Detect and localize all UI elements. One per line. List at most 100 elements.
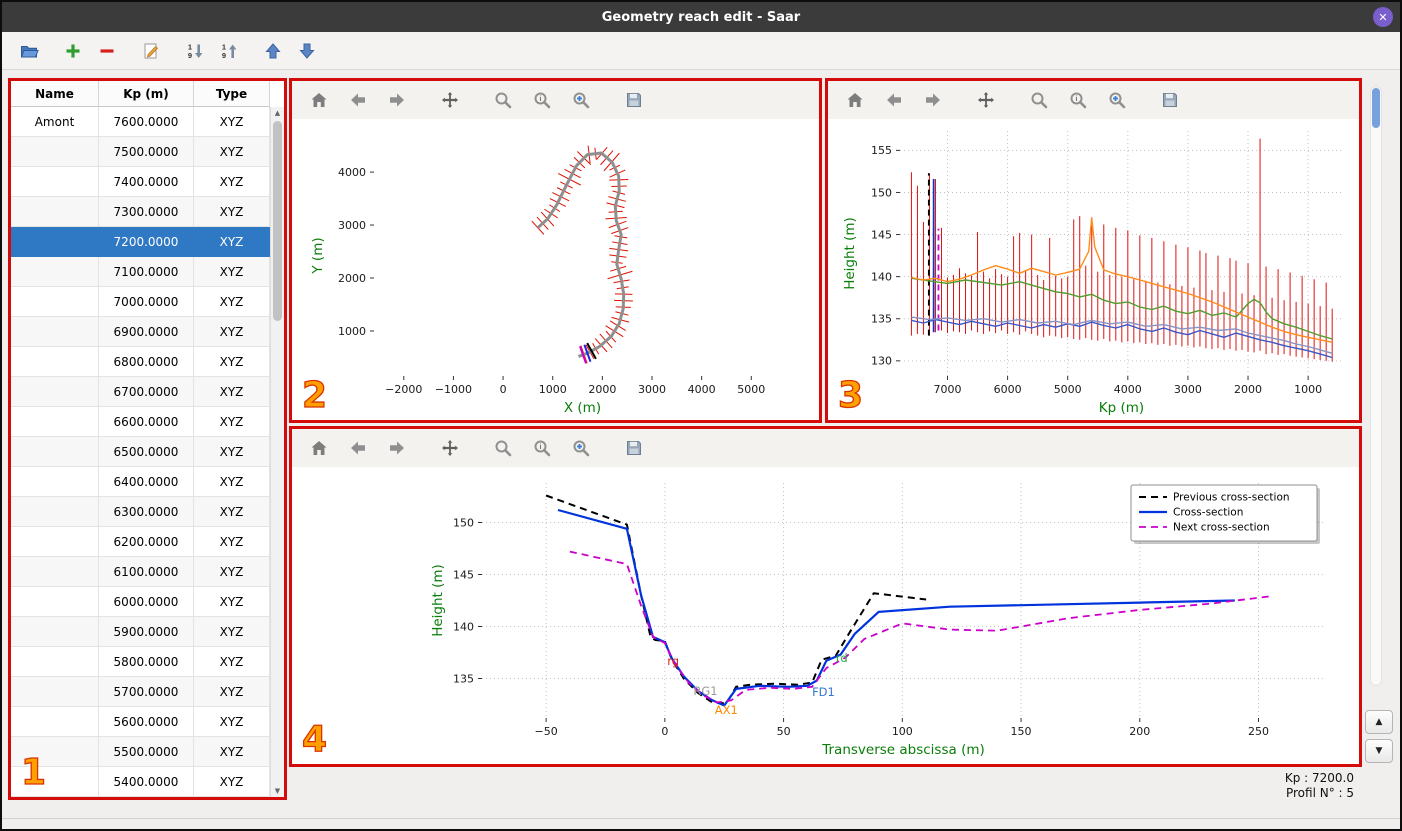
zoom-info-button[interactable]: i	[529, 435, 555, 461]
plan-plot-toolbar: i	[292, 81, 819, 119]
table-row[interactable]: 6500.0000 XYZ	[11, 437, 270, 467]
table-row[interactable]: 6300.0000 XYZ	[11, 497, 270, 527]
forward-button[interactable]	[920, 87, 946, 113]
save-button[interactable]	[621, 435, 647, 461]
zoom-button[interactable]	[490, 87, 516, 113]
zoom-button[interactable]	[490, 435, 516, 461]
table-cell: XYZ	[194, 707, 270, 737]
table-row[interactable]: 7500.0000 XYZ	[11, 137, 270, 167]
table-row[interactable]: 7200.0000 XYZ	[11, 227, 270, 257]
table-scrollbar-thumb[interactable]	[273, 121, 282, 321]
table-cell	[11, 407, 99, 437]
back-button[interactable]	[345, 435, 371, 461]
table-row[interactable]: 7400.0000 XYZ	[11, 167, 270, 197]
table-row[interactable]: 6100.0000 XYZ	[11, 557, 270, 587]
long-plot-area: 7000 6000 5000 4000 3000 2000 1000 130 135 140 145…	[828, 119, 1359, 420]
table-cell: 6100.0000	[99, 557, 194, 587]
zoom-region-button[interactable]	[568, 87, 594, 113]
window-title: Geometry reach edit - Saar	[601, 9, 801, 25]
zoom-info-icon: i	[534, 92, 551, 109]
svg-text:4000: 4000	[1114, 383, 1142, 396]
remove-section-button[interactable]	[92, 37, 122, 65]
pan-button[interactable]	[437, 87, 463, 113]
back-button[interactable]	[345, 87, 371, 113]
add-section-button[interactable]	[58, 37, 88, 65]
table-row[interactable]: 5500.0000 XYZ	[11, 737, 270, 767]
home-button[interactable]	[306, 87, 332, 113]
zoom-info-button[interactable]: i	[1065, 87, 1091, 113]
scroll-up-icon[interactable]: ▲	[271, 107, 284, 119]
open-folder-button[interactable]	[14, 37, 44, 65]
svg-text:135: 135	[871, 313, 892, 326]
svg-text:FD1: FD1	[812, 685, 835, 699]
table-row[interactable]: 7100.0000 XYZ	[11, 257, 270, 287]
table-row[interactable]: 5800.0000 XYZ	[11, 647, 270, 677]
svg-text:rd: rd	[836, 651, 848, 665]
table-row[interactable]: 7300.0000 XYZ	[11, 197, 270, 227]
profile-scrollbar-thumb[interactable]	[1372, 88, 1380, 128]
move-down-button[interactable]	[292, 37, 322, 65]
table-cell: XYZ	[194, 167, 270, 197]
plan-view-plot[interactable]: −2000 −1000 0 1000 2000 3000 4000 5000 1000 2000 3…	[292, 119, 819, 420]
zoom-info-button[interactable]: i	[529, 87, 555, 113]
sort-ascending-button[interactable]: 19	[214, 37, 244, 65]
cross-section-plot[interactable]: −50 0 50 100 150 200 250 135 140 145 150 Transverse…	[292, 467, 1359, 764]
save-button[interactable]	[1157, 87, 1183, 113]
zoom-region-icon	[573, 440, 590, 457]
table-scrollbar[interactable]: ▲ ▼	[270, 107, 284, 797]
table-row[interactable]: 7000.0000 XYZ	[11, 287, 270, 317]
svg-text:145: 145	[871, 228, 892, 241]
table-header-kp[interactable]: Kp (m)	[99, 81, 194, 106]
table-cell	[11, 557, 99, 587]
svg-text:i: i	[540, 444, 542, 451]
svg-text:i: i	[1076, 96, 1078, 103]
home-button[interactable]	[306, 435, 332, 461]
table-cell: 6900.0000	[99, 317, 194, 347]
close-button[interactable]: ✕	[1373, 7, 1393, 27]
table-cell: 6800.0000	[99, 347, 194, 377]
table-row[interactable]: 6400.0000 XYZ	[11, 467, 270, 497]
zoom-button[interactable]	[1026, 87, 1052, 113]
move-up-button[interactable]	[258, 37, 288, 65]
sort-ascending-icon: 19	[222, 42, 237, 60]
long-profile-plot[interactable]: 7000 6000 5000 4000 3000 2000 1000 130 135 140 145…	[828, 119, 1359, 420]
table-cell	[11, 497, 99, 527]
forward-button[interactable]	[384, 87, 410, 113]
table-header-type[interactable]: Type	[194, 81, 270, 106]
save-button[interactable]	[621, 87, 647, 113]
table-row[interactable]: 5900.0000 XYZ	[11, 617, 270, 647]
svg-text:1000: 1000	[1294, 383, 1322, 396]
scroll-down-icon[interactable]: ▼	[271, 785, 284, 797]
table-row[interactable]: 5700.0000 XYZ	[11, 677, 270, 707]
pan-button[interactable]	[973, 87, 999, 113]
table-row[interactable]: 6900.0000 XYZ	[11, 317, 270, 347]
zoom-region-button[interactable]	[568, 435, 594, 461]
table-row[interactable]: 6000.0000 XYZ	[11, 587, 270, 617]
status-profil: Profil N° : 5	[1285, 786, 1354, 800]
sort-descending-button[interactable]: 19	[180, 37, 210, 65]
pan-button[interactable]	[437, 435, 463, 461]
table-row[interactable]: Amont 7600.0000 XYZ	[11, 107, 270, 137]
table-row[interactable]: 6200.0000 XYZ	[11, 527, 270, 557]
table-row[interactable]: 6600.0000 XYZ	[11, 407, 270, 437]
table-row[interactable]: 5400.0000 XYZ	[11, 767, 270, 797]
back-button[interactable]	[881, 87, 907, 113]
forward-button[interactable]	[384, 435, 410, 461]
home-button[interactable]	[842, 87, 868, 113]
table-cell: 7200.0000	[99, 227, 194, 257]
svg-text:Y (m): Y (m)	[310, 237, 326, 274]
table-cell	[11, 257, 99, 287]
zoom-region-button[interactable]	[1104, 87, 1130, 113]
table-cell	[11, 167, 99, 197]
table-header-name[interactable]: Name	[11, 81, 99, 106]
profile-scrollbar[interactable]	[1370, 86, 1382, 686]
open-folder-icon	[20, 45, 39, 57]
svg-text:3000: 3000	[338, 219, 366, 232]
profile-down-button[interactable]: ▼	[1365, 739, 1393, 763]
table-row[interactable]: 6700.0000 XYZ	[11, 377, 270, 407]
table-row[interactable]: 6800.0000 XYZ	[11, 347, 270, 377]
table-row[interactable]: 5600.0000 XYZ	[11, 707, 270, 737]
edit-section-button[interactable]	[136, 37, 166, 65]
profile-up-button[interactable]: ▲	[1365, 710, 1393, 734]
table-cell: 6200.0000	[99, 527, 194, 557]
